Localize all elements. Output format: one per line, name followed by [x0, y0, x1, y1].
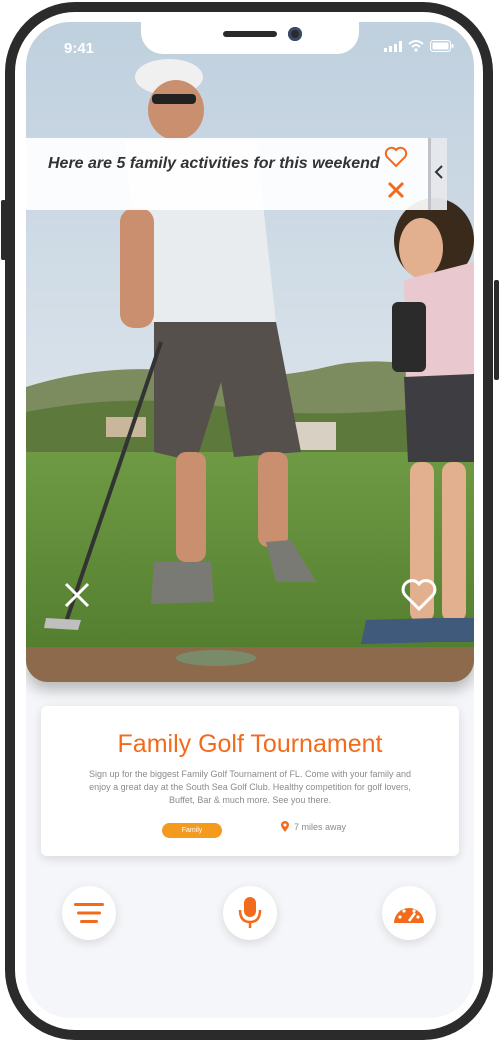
menu-icon	[74, 903, 104, 923]
banner-collapse-handle[interactable]	[428, 138, 447, 210]
speaker-grille	[223, 31, 277, 37]
category-tag[interactable]: Family	[162, 823, 222, 838]
event-photo[interactable]: 9:41 Here are 5 family activities for th…	[26, 22, 474, 682]
chevron-left-icon	[434, 165, 443, 179]
event-card[interactable]: Family Golf Tournament Sign up for the b…	[41, 706, 459, 856]
voice-button[interactable]	[223, 886, 277, 940]
status-icons	[384, 40, 454, 52]
dashboard-button[interactable]	[382, 886, 436, 940]
wifi-icon	[408, 40, 424, 52]
menu-button[interactable]	[62, 886, 116, 940]
heart-icon[interactable]	[400, 578, 438, 612]
side-button	[1, 200, 6, 260]
event-description: Sign up for the biggest Family Golf Tour…	[89, 769, 411, 805]
phone-notch	[141, 22, 359, 54]
status-time: 9:41	[64, 40, 95, 57]
close-icon[interactable]	[64, 582, 90, 608]
side-button	[494, 280, 499, 380]
speedometer-icon	[394, 908, 424, 923]
battery-icon	[430, 40, 454, 52]
distance-text: 7 miles away	[294, 822, 347, 832]
close-icon[interactable]	[386, 180, 406, 200]
signal-icon	[384, 40, 402, 52]
event-location: 7 miles away	[280, 821, 346, 833]
event-title: Family Golf Tournament	[117, 730, 383, 758]
location-pin-icon	[281, 821, 289, 832]
banner-text: Here are 5 family activities for this we…	[48, 155, 380, 172]
front-camera	[288, 27, 302, 41]
microphone-icon	[238, 897, 262, 928]
suggestion-banner	[26, 138, 429, 210]
app-screen: 9:41 Here are 5 family activities for th…	[26, 22, 474, 1018]
heart-icon[interactable]	[384, 146, 408, 168]
